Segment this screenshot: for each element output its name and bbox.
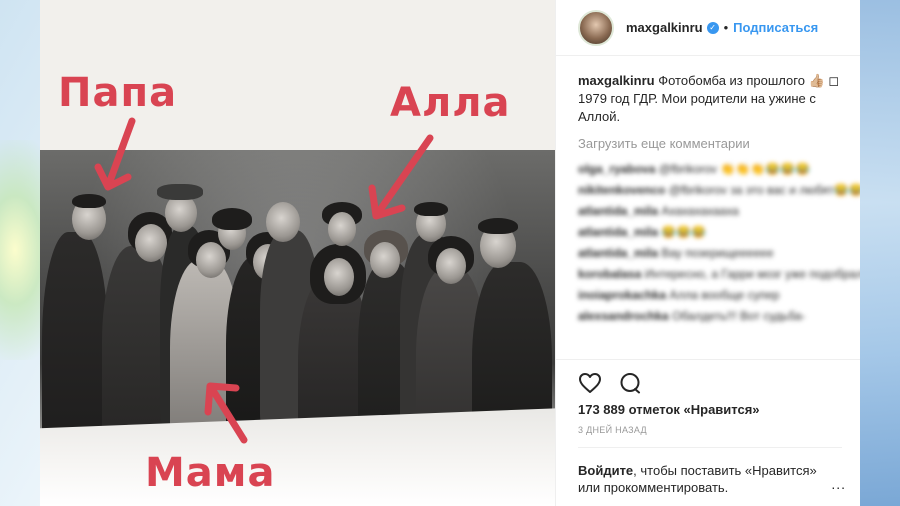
comment-item: atlantida_mila 😂😂😂	[578, 225, 707, 239]
arrow-alla-icon	[368, 134, 434, 220]
arrow-papa-icon	[94, 117, 136, 191]
comment-item: nikitenkovenco @fbrikorov за это вас и л…	[578, 183, 860, 197]
post-date: 3 ДНЕЙ НАЗАД	[578, 425, 647, 435]
post-caption: maxgalkinru Фотобомба из прошлого 👍🏼 ◻ 1…	[578, 72, 842, 126]
label-mama: Мама	[145, 450, 276, 496]
verified-badge-icon: ✓	[706, 21, 719, 34]
post-photo: Папа Алла Мама	[40, 0, 555, 506]
post-sidebar: maxgalkinru ✓ • Подписаться maxgalkinru …	[555, 0, 860, 506]
comment-item: olga_ryabova @fbrikorov 👏👏👏😂😂😂	[578, 162, 810, 176]
comment-item: atlantida_mila Вау позерищееееее	[578, 246, 774, 260]
comment-item: atlantida_mila Ахахахахааха	[578, 204, 739, 218]
instagram-post: Папа Алла Мама maxgalkinru ✓ • Подписать…	[40, 0, 860, 506]
likes-count[interactable]: 173 889 отметок «Нравится»	[578, 402, 842, 417]
load-more-comments-button[interactable]: Загрузить еще комментарии	[578, 136, 842, 151]
post-actions: 173 889 отметок «Нравится» 3 ДНЕЙ НАЗАД …	[556, 359, 860, 506]
comments-section: maxgalkinru Фотобомба из прошлого 👍🏼 ◻ 1…	[556, 56, 860, 359]
avatar[interactable]	[578, 9, 614, 46]
action-icons	[578, 360, 842, 398]
more-options-icon[interactable]: ...	[831, 476, 846, 492]
login-link[interactable]: Войдите	[578, 463, 633, 478]
comment-item: korobalasa Интересно, а Гарри мозг уже п…	[578, 267, 860, 281]
header-username[interactable]: maxgalkinru	[626, 20, 703, 35]
arrow-mama-icon	[204, 382, 248, 444]
header-separator: •	[723, 20, 729, 35]
background-edge	[860, 0, 900, 506]
comment-item: alexsandrochka Обалдеть!!! Вот судьба-	[578, 309, 806, 323]
comment-item: inoiaprokachka Алла вообще супер	[578, 288, 780, 302]
photo-print	[40, 150, 555, 506]
comment-bubble-icon[interactable]	[618, 371, 642, 395]
label-alla: Алла	[390, 80, 511, 126]
label-papa: Папа	[58, 70, 178, 116]
follow-button[interactable]: Подписаться	[733, 20, 818, 35]
login-prompt: Войдите, чтобы поставить «Нравится» или …	[578, 447, 842, 506]
heart-outline-icon[interactable]	[578, 371, 602, 395]
caption-username[interactable]: maxgalkinru	[578, 73, 655, 88]
post-header: maxgalkinru ✓ • Подписаться	[556, 0, 860, 56]
